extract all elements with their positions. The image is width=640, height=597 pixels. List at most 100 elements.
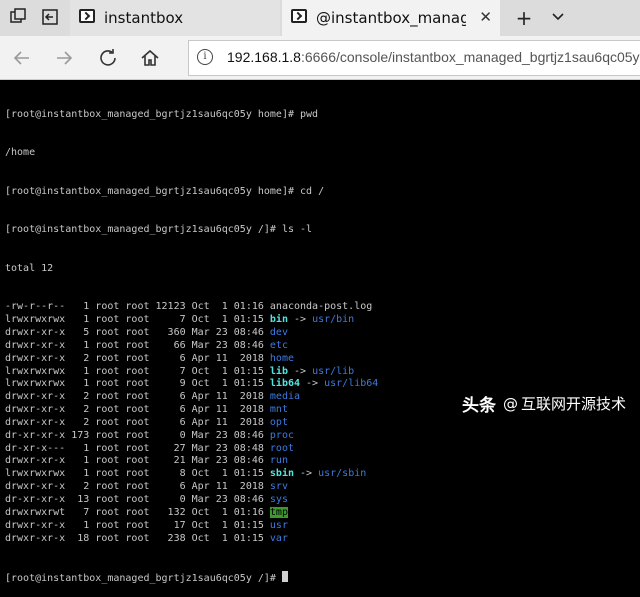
ls-link-target: usr/sbin [318,468,367,480]
ls-entry-name: home [269,352,294,364]
ls-entry-meta: lrwxrwxrwx 1 root root 8 Oct 1 01:15 [5,468,270,480]
ls-entry: drwxr-xr-x 2 root root 6 Apr 11 2018 srv [5,481,640,494]
ls-entry-meta: lrwxrwxrwx 1 root root 7 Oct 1 01:15 [5,314,270,326]
output: total 12 [5,262,54,274]
close-tab-icon[interactable]: ✕ [479,8,492,26]
ls-entry-meta: -rw-r--r-- 1 root root 12123 Oct 1 01:16 [5,301,270,313]
tab-title: @instantbox_managed_ [316,9,466,27]
url-host: 192.168.1.8 [227,49,301,65]
prompt: [root@instantbox_managed_bgrtjz1sau6qc05… [5,224,282,236]
ls-entry: dr-xr-xr-x 13 root root 0 Mar 23 08:46 s… [5,494,640,507]
watermark-brand: 头条 [461,396,496,416]
ls-entry-meta: drwxr-xr-x 2 root root 6 Apr 11 2018 [5,391,270,403]
ls-entry-name: etc [269,339,288,351]
ls-entry-name: root [269,442,294,454]
ls-entry-meta: drwxr-xr-x 18 root root 238 Oct 1 01:15 [5,532,270,544]
watermark: 头条 @ 互联网开源技术 [461,391,626,417]
text-cursor [281,571,288,583]
ls-entry-name: srv [269,481,288,493]
link-arrow: -> [300,378,325,390]
link-arrow: -> [287,365,313,377]
ls-entry-meta: dr-xr-xr-x 13 root root 0 Mar 23 08:46 [5,494,270,505]
tab-preview-icon[interactable] [8,8,28,28]
watermark-at: @ [502,394,518,413]
command: pwd [300,108,319,120]
home-icon[interactable] [136,44,164,72]
ls-entry: drwxr-xr-x 1 root root 21 Mar 23 08:46 r… [5,455,640,468]
ls-entry: drwxr-xr-x 2 root root 6 Apr 11 2018 hom… [5,353,640,366]
ls-entry-meta: dr-xr-x--- 1 root root 27 Mar 23 08:48 [5,442,270,454]
prompt: [root@instantbox_managed_bgrtjz1sau6qc05… [5,573,282,585]
site-info-icon[interactable]: i [197,49,213,65]
terminal-line: [root@instantbox_managed_bgrtjz1sau6qc05… [5,109,640,122]
back-arrow-icon[interactable] [8,44,36,72]
watermark-account: 互联网开源技术 [520,395,626,413]
browser-toolbar: i 192.168.1.8:6666/console/instantbox_ma… [0,36,640,80]
ls-entry-meta: drwxr-xr-x 2 root root 6 Apr 11 2018 [5,481,270,493]
ls-entry-name: sys [269,494,288,505]
ls-entry-name: mnt [269,404,288,416]
ls-entry: lrwxrwxrwx 1 root root 8 Oct 1 01:15 sbi… [5,468,640,481]
ls-entry-name: lib [269,365,288,377]
ls-link-target: usr/lib64 [324,378,379,390]
url-path: :6666/console/instantbox_managed_bgrtjz1… [300,49,640,65]
ls-entry: dr-xr-xr-x 173 root root 0 Mar 23 08:46 … [5,430,640,443]
ls-entry: lrwxrwxrwx 1 root root 9 Oct 1 01:15 lib… [5,378,640,391]
ls-entry-name: usr [269,519,288,531]
ls-entry: drwxr-xr-x 1 root root 17 Oct 1 01:15 us… [5,520,640,533]
ls-entry-meta: drwxr-xr-x 1 root root 21 Mar 23 08:46 [5,455,270,467]
output: /home [5,147,36,159]
ls-entry: lrwxrwxrwx 1 root root 7 Oct 1 01:15 lib… [5,366,640,379]
ls-link-target: usr/bin [312,314,355,326]
address-bar[interactable]: i 192.168.1.8:6666/console/instantbox_ma… [188,40,640,76]
ls-entry-name: media [269,391,301,403]
terminal-favicon-icon [291,9,307,23]
command: ls -l [281,224,313,236]
url-text: 192.168.1.8:6666/console/instantbox_mana… [227,49,640,65]
terminal-line: [root@instantbox_managed_bgrtjz1sau6qc05… [5,571,640,584]
terminal-favicon-icon [79,9,95,23]
ls-entry-name: dev [269,327,288,339]
ls-listing: -rw-r--r-- 1 root root 12123 Oct 1 01:16… [5,301,640,545]
link-arrow: -> [294,468,319,480]
plus-icon[interactable]: + [514,8,534,28]
ls-entry-meta: drwxr-xr-x 5 root root 360 Mar 23 08:46 [5,327,270,339]
tab-instantbox[interactable]: instantbox [70,0,280,36]
ls-entry-name: tmp [269,506,288,518]
tab-instantbox-managed[interactable]: @instantbox_managed_ ✕ [282,0,500,36]
ls-link-target: usr/lib [312,365,355,377]
ls-entry: drwxrwxrwt 7 root root 132 Oct 1 01:16 t… [5,506,640,520]
ls-entry-name: sbin [269,468,294,480]
terminal-line: [root@instantbox_managed_bgrtjz1sau6qc05… [5,224,640,237]
ls-entry-meta: drwxrwxrwt 7 root root 132 Oct 1 01:16 [5,506,270,518]
ls-entry: dr-xr-x--- 1 root root 27 Mar 23 08:48 r… [5,443,640,456]
ls-entry-name: opt [269,416,288,428]
ls-entry-meta: dr-xr-xr-x 173 root root 0 Mar 23 08:46 [5,429,270,441]
tab-bar: instantbox @instantbox_managed_ ✕ + [0,0,640,36]
terminal-line: [root@instantbox_managed_bgrtjz1sau6qc05… [5,186,640,199]
forward-arrow-icon[interactable] [50,44,78,72]
command: cd / [300,185,325,197]
ls-entry-meta: lrwxrwxrwx 1 root root 7 Oct 1 01:15 [5,365,270,377]
terminal-line: /home [5,147,640,160]
ls-entry-name: run [269,455,288,467]
link-arrow: -> [287,314,313,326]
ls-entry-meta: drwxr-xr-x 2 root root 6 Apr 11 2018 [5,416,270,428]
ls-entry-name: lib64 [269,378,301,390]
chevron-down-icon[interactable] [548,8,568,28]
set-aside-tabs-icon[interactable] [40,8,60,28]
ls-entry: lrwxrwxrwx 1 root root 7 Oct 1 01:15 bin… [5,314,640,327]
ls-entry: -rw-r--r-- 1 root root 12123 Oct 1 01:16… [5,301,640,314]
refresh-icon[interactable] [94,44,122,72]
tab-title: instantbox [104,9,184,27]
ls-entry-meta: drwxr-xr-x 1 root root 17 Oct 1 01:15 [5,519,270,531]
ls-entry: drwxr-xr-x 1 root root 66 Mar 23 08:46 e… [5,340,640,353]
ls-entry: drwxr-xr-x 18 root root 238 Oct 1 01:15 … [5,533,640,546]
terminal-line: total 12 [5,263,640,276]
ls-entry-meta: lrwxrwxrwx 1 root root 9 Oct 1 01:15 [5,378,270,390]
prompt: [root@instantbox_managed_bgrtjz1sau6qc05… [5,108,301,120]
ls-entry-meta: drwxr-xr-x 1 root root 66 Mar 23 08:46 [5,339,270,351]
ls-entry-name: var [269,532,288,544]
ls-entry-name: anaconda-post.log [269,301,373,313]
terminal-console[interactable]: [root@instantbox_managed_bgrtjz1sau6qc05… [0,80,640,584]
